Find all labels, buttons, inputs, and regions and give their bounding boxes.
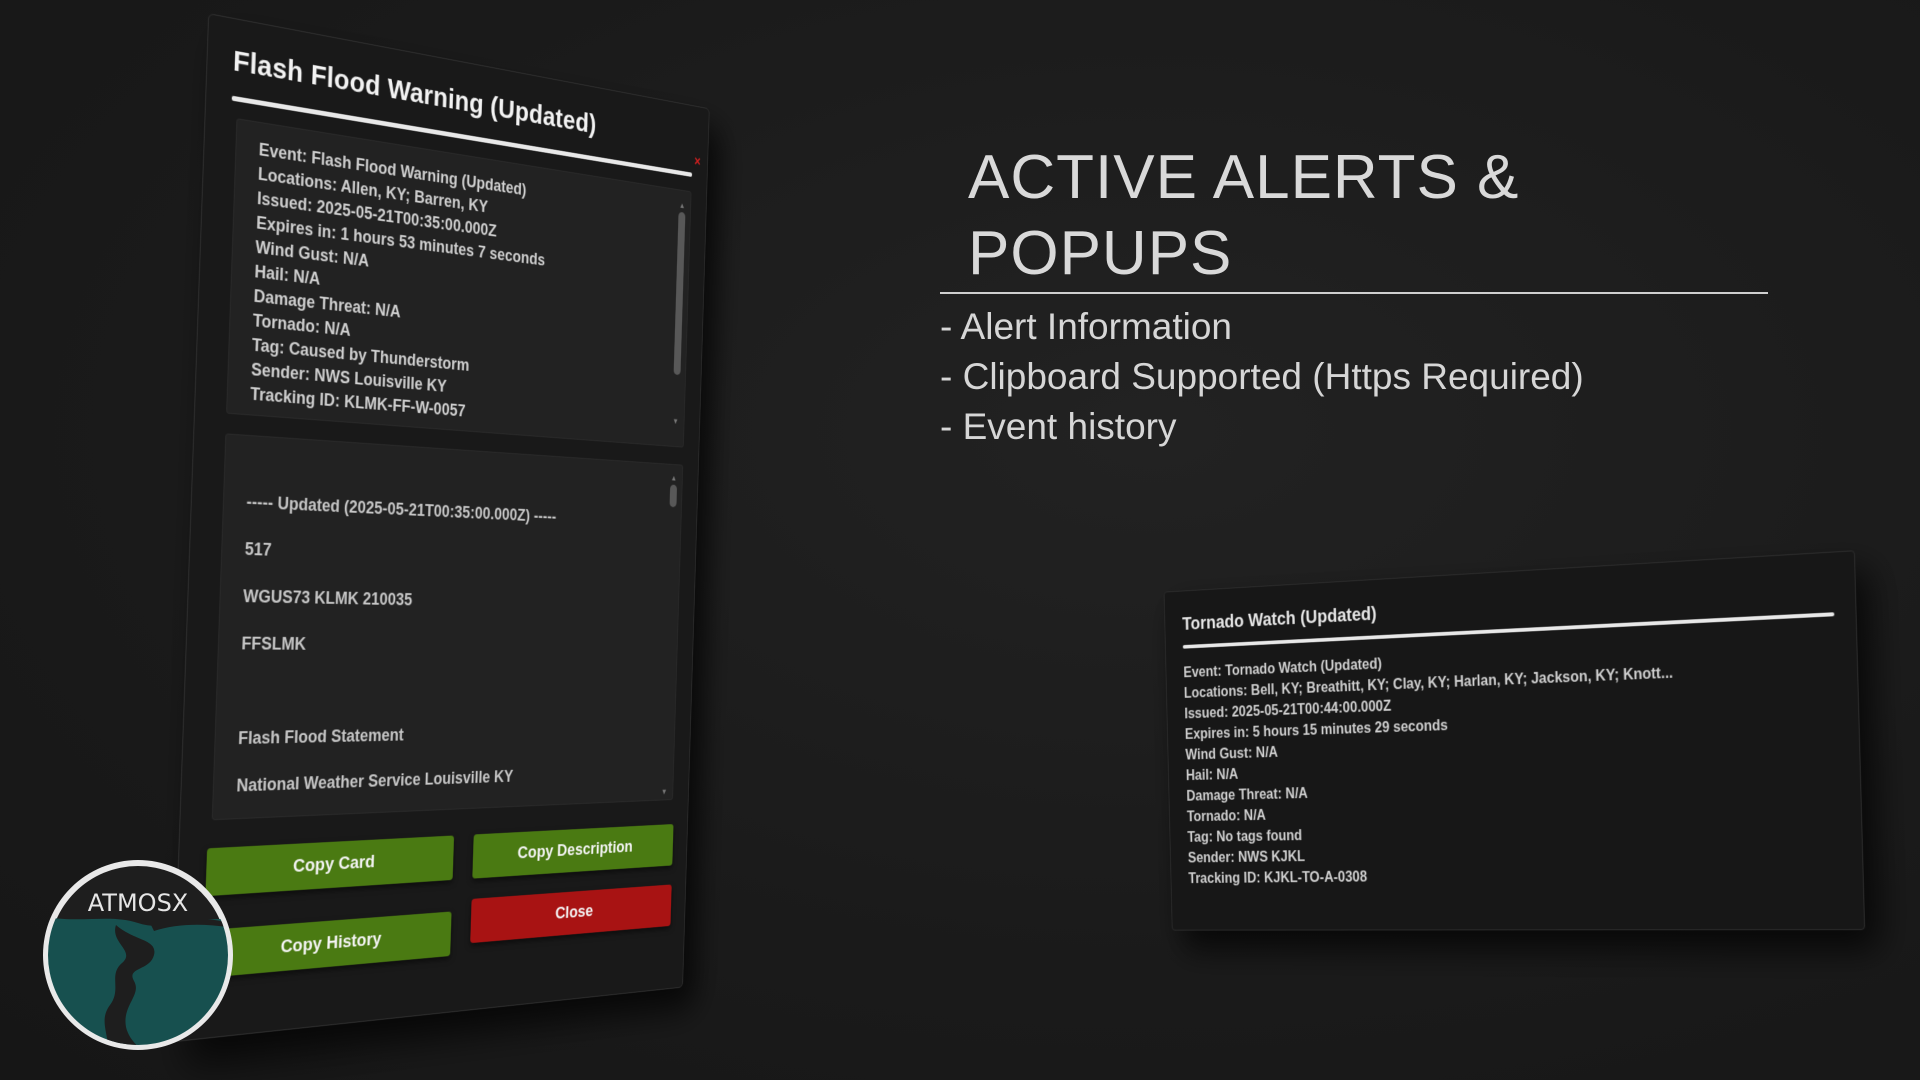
scroll-down-icon[interactable]: ▼ [672, 416, 679, 427]
feature-heading-block: ACTIVE ALERTS & POPUPS - Alert Informati… [940, 140, 1770, 452]
feature-list: - Alert Information - Clipboard Supported… [940, 302, 1770, 452]
feature-item: - Clipboard Supported (Https Required) [940, 356, 1584, 397]
history-scrollbar[interactable]: ▲ ▼ [661, 473, 678, 798]
card-title: Tornado Watch (Updated) [1182, 603, 1377, 635]
scroll-down-icon[interactable]: ▼ [661, 786, 668, 797]
history-scroll-thumb[interactable] [669, 484, 678, 508]
info-scroll-thumb[interactable] [673, 211, 686, 376]
copy-card-button[interactable]: Copy Card [205, 835, 455, 897]
scroll-up-icon[interactable]: ▲ [679, 200, 686, 211]
history-line [240, 655, 649, 679]
atmosx-logo: ATMOSX [38, 855, 238, 1055]
alert-info-lines: Event: Flash Flood Warning (Updated) Loca… [250, 138, 667, 438]
tornado-logo-icon: ATMOSX [43, 860, 233, 1050]
logo-text: ATMOSX [88, 889, 189, 917]
heading-rule [940, 292, 1768, 294]
copy-description-button[interactable]: Copy Description [472, 824, 674, 879]
history-line: FFSLMK [241, 633, 307, 654]
scroll-up-icon[interactable]: ▲ [670, 473, 677, 484]
info-scrollbar[interactable]: ▲ ▼ [672, 200, 686, 427]
close-icon[interactable]: × [694, 154, 701, 170]
stage: Flash Flood Warning (Updated) × Event: F… [0, 0, 1920, 1080]
alert-card[interactable]: Tornado Watch (Updated) Event: Tornado W… [1163, 550, 1866, 931]
feature-item: - Event history [940, 406, 1177, 447]
card-info-lines: Event: Tornado Watch (Updated) Locations:… [1183, 633, 1834, 890]
alert-popup: Flash Flood Warning (Updated) × Event: F… [171, 13, 710, 1043]
page-title: ACTIVE ALERTS & POPUPS [968, 143, 1520, 288]
copy-history-button[interactable]: Copy History [202, 911, 452, 979]
alert-info-box[interactable]: Event: Flash Flood Warning (Updated) Loca… [226, 118, 692, 448]
event-history-box[interactable]: ----- Updated (2025-05-21T00:35:00.000Z)… [211, 433, 684, 821]
popup-perspective: Flash Flood Warning (Updated) × Event: F… [171, 10, 830, 1043]
event-history-lines: ----- Updated (2025-05-21T00:35:00.000Z)… [236, 490, 654, 798]
close-button[interactable]: Close [470, 884, 672, 944]
feature-item: - Alert Information [940, 306, 1233, 347]
card-perspective: Tornado Watch (Updated) Event: Tornado W… [1060, 550, 1866, 950]
